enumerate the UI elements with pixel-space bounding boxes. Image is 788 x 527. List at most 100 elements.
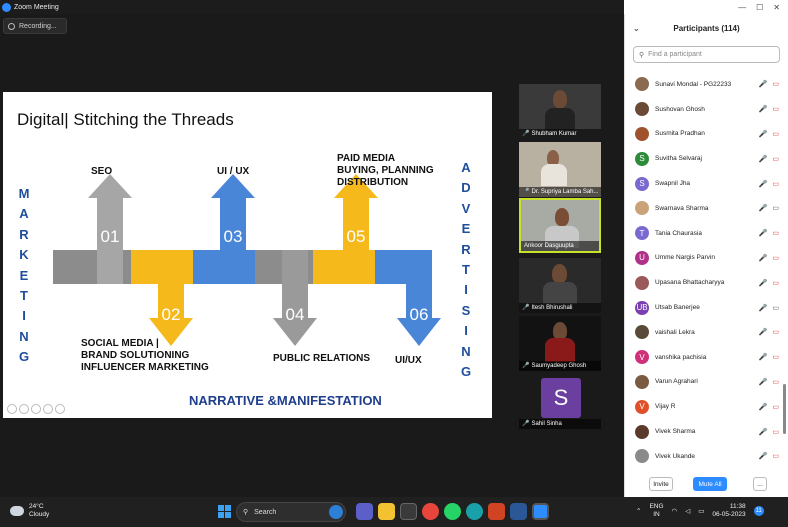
participant-list-scrollbar[interactable] [783,384,786,434]
mic-muted-icon[interactable]: 🎤 [759,378,768,386]
video-tile[interactable]: 🎤 Itesh Bhirushali [519,258,601,313]
tray-chevron-icon[interactable]: ⌃ [636,507,641,515]
video-off-icon[interactable]: ▭ [772,452,779,460]
mic-muted-icon[interactable]: 🎤 [759,80,768,88]
mic-muted-icon[interactable]: 🎤 [759,105,768,113]
mic-muted-icon[interactable]: 🎤 [759,155,768,163]
mic-muted-icon[interactable]: 🎤 [759,254,768,262]
file-explorer-icon[interactable] [378,503,395,520]
video-tile-active-speaker[interactable]: Ankoor Dasguupta [519,198,601,253]
participant-row[interactable]: Vvanshika pachisia 🎤 ▭ [625,345,788,370]
invite-button[interactable]: Invite [649,477,673,491]
whatsapp-icon[interactable] [444,503,461,520]
participant-row[interactable]: Sushovan Ghosh 🎤 ▭ [625,97,788,122]
language-indicator[interactable]: ENG IN [649,503,663,519]
chrome-icon[interactable] [422,503,439,520]
mic-muted-icon[interactable]: 🎤 [759,452,768,460]
minimize-icon[interactable]: — [738,3,746,12]
presentation-tools[interactable] [7,404,65,414]
video-tile[interactable]: 🎤 Shubham Kumar [519,84,601,139]
mute-all-button[interactable]: Mute All [693,477,727,491]
video-off-icon[interactable]: ▭ [772,130,779,138]
zoom-icon[interactable] [55,404,65,414]
next-icon[interactable] [19,404,29,414]
bing-icon[interactable] [329,505,343,519]
participant-row[interactable]: T Tania Chaurasia 🎤 ▭ [625,221,788,246]
participant-row[interactable]: S Swapnil Jha 🎤 ▭ [625,171,788,196]
video-on-icon[interactable]: ▭ [772,204,779,212]
participant-row[interactable]: U Umme Nargis Parvin 🎤 ▭ [625,246,788,271]
windows-taskbar: 24°C Cloudy ⚲ Search ⌃ ENG IN ◠ ◁ ▭ 11:38 0… [0,497,788,527]
mic-muted-icon[interactable]: 🎤 [759,229,768,237]
video-off-icon[interactable]: ▭ [772,180,779,188]
mic-muted-icon[interactable]: 🎤 [759,403,768,411]
video-off-icon[interactable]: ▭ [772,403,779,411]
participant-search-input[interactable]: ⚲ Find a participant [633,46,780,63]
participant-row[interactable]: vaishali Lekra 🎤 ▭ [625,320,788,345]
cloud-icon [10,506,24,516]
video-off-icon[interactable]: ▭ [772,254,779,262]
zoom-app-icon[interactable] [532,503,549,520]
video-off-icon[interactable]: ▭ [772,80,779,88]
video-off-icon[interactable]: ▭ [772,229,779,237]
mic-muted-icon[interactable]: 🎤 [759,204,768,212]
taskbar-search[interactable]: ⚲ Search [236,502,346,522]
marketing-letter: K [19,247,29,263]
start-icon[interactable] [218,505,231,518]
video-tile[interactable]: 🎤 Dr. Supriya Lamba Sah... [519,142,601,197]
participant-row[interactable]: UB Utsab Banerjee 🎤 ▭ [625,295,788,320]
prev-icon[interactable] [7,404,17,414]
volume-icon[interactable]: ◁ [685,507,690,515]
participant-row[interactable]: V Vijay R 🎤 ▭ [625,394,788,419]
participant-status: 🎤 ▭ [759,254,779,262]
participant-row[interactable]: Varun Agrahari 🎤 ▭ [625,370,788,395]
participant-row[interactable]: Vivek Ukande 🎤 ▭ [625,444,788,469]
participant-row[interactable]: Vivek Sharma 🎤 ▭ [625,419,788,444]
teams-icon[interactable] [356,503,373,520]
video-off-icon[interactable]: ▭ [772,105,779,113]
meeting-stage: Recording... Digital| Stitching the Thre… [0,14,624,497]
notification-badge[interactable]: 11 [753,506,764,516]
video-off-icon[interactable]: ▭ [772,353,779,361]
participant-row[interactable]: Sunavi Mondal - PG22233 🎤 ▭ [625,72,788,97]
participant-row[interactable]: Upasana Bhattacharyya 🎤 ▭ [625,270,788,295]
more-options-button[interactable]: ... [753,477,767,491]
video-tile[interactable]: 🎤 Saumyadeep Ghosh [519,316,601,371]
mic-muted-icon[interactable]: 🎤 [759,304,768,312]
mic-muted-icon[interactable]: 🎤 [759,428,768,436]
video-off-icon[interactable]: ▭ [772,279,779,287]
video-off-icon[interactable]: ▭ [772,378,779,386]
video-off-icon[interactable]: ▭ [772,328,779,336]
mic-muted-icon[interactable]: 🎤 [759,130,768,138]
chevron-down-icon[interactable]: ⌄ [633,24,640,33]
participant-name: Sushovan Ghosh [655,105,705,113]
mic-muted-icon[interactable]: 🎤 [759,279,768,287]
recording-indicator[interactable]: Recording... [3,18,67,34]
close-icon[interactable]: ✕ [773,3,780,12]
participant-row[interactable]: S Suvitha Selvaraj 🎤 ▭ [625,146,788,171]
wifi-icon[interactable]: ◠ [672,507,678,515]
mic-muted-icon[interactable]: 🎤 [759,180,768,188]
powerpoint-icon[interactable] [488,503,505,520]
maximize-icon[interactable]: ☐ [756,3,763,12]
mic-muted-icon: 🎤 [522,363,530,369]
video-off-icon[interactable]: ▭ [772,428,779,436]
participant-body [545,108,575,130]
store-icon[interactable] [400,503,417,520]
word-icon[interactable] [510,503,527,520]
mic-muted-icon[interactable]: 🎤 [759,353,768,361]
video-on-icon[interactable]: ▭ [772,304,779,312]
weather-widget[interactable]: 24°C Cloudy [10,503,49,519]
pen-icon[interactable] [31,404,41,414]
slides-icon[interactable] [43,404,53,414]
video-tile[interactable]: S 🎤 Sahil Sinha [519,374,601,429]
participant-row[interactable]: Susmita Pradhan 🎤 ▭ [625,122,788,147]
advertising-letter: I [464,323,468,339]
battery-icon[interactable]: ▭ [698,507,704,515]
mic-muted-icon[interactable]: 🎤 [759,328,768,336]
participant-name: Swarnava Sharma [655,204,709,212]
edge-icon[interactable] [466,503,483,520]
clock[interactable]: 11:38 06-05-2023 [712,503,745,519]
participant-row[interactable]: Swarnava Sharma 🎤 ▭ [625,196,788,221]
video-off-icon[interactable]: ▭ [772,155,779,163]
